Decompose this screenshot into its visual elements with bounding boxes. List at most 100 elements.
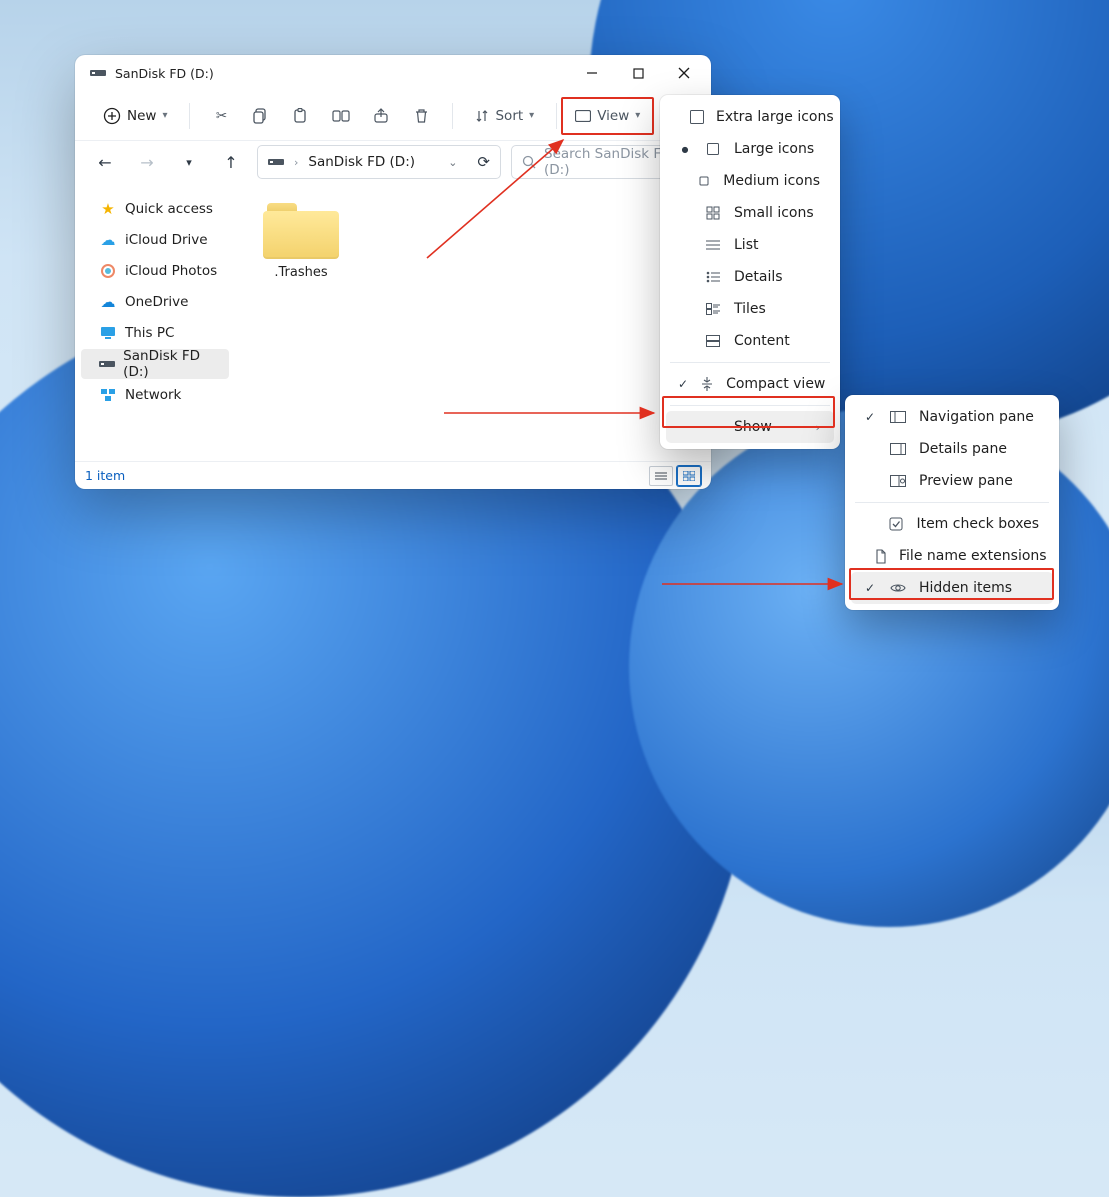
menu-label: Small icons xyxy=(734,205,814,221)
sidebar-item-onedrive[interactable]: ☁ OneDrive xyxy=(81,287,229,317)
sidebar-item-icloud-photos[interactable]: iCloud Photos xyxy=(81,256,229,286)
compact-icon xyxy=(700,377,714,391)
back-button[interactable]: ← xyxy=(89,146,121,178)
up-button[interactable]: ↑ xyxy=(215,146,247,178)
menu-label: File name extensions xyxy=(899,548,1047,564)
folder-item[interactable]: .Trashes xyxy=(253,201,349,280)
sidebar-item-label: iCloud Photos xyxy=(125,263,217,279)
separator xyxy=(189,103,190,129)
explorer-window: SanDisk FD (D:) New ▾ ✂ xyxy=(75,55,711,489)
details-view-button[interactable] xyxy=(649,466,673,486)
menu-item-compact-view[interactable]: ✓ Compact view xyxy=(666,368,834,400)
menu-item-item-check-boxes[interactable]: Item check boxes xyxy=(851,508,1053,540)
menu-label: Content xyxy=(734,333,790,349)
copy-button[interactable] xyxy=(244,99,278,133)
chevron-right-icon: › xyxy=(294,156,298,169)
menu-item-preview-pane[interactable]: Preview pane xyxy=(851,465,1053,497)
sidebar-item-label: Network xyxy=(125,387,181,403)
menu-item-small-icons[interactable]: Small icons xyxy=(666,197,834,229)
check-icon: ✓ xyxy=(863,410,877,424)
separator xyxy=(670,362,830,363)
menu-label: Navigation pane xyxy=(919,409,1034,425)
sidebar-item-label: OneDrive xyxy=(125,294,188,310)
bullet-icon: ● xyxy=(678,145,692,154)
photos-icon xyxy=(99,262,117,280)
menu-item-details-pane[interactable]: Details pane xyxy=(851,433,1053,465)
drive-icon xyxy=(268,157,284,167)
medium-icons-icon xyxy=(697,174,711,188)
chevron-down-icon: ▾ xyxy=(529,110,534,121)
sidebar-item-quick-access[interactable]: ★ Quick access xyxy=(81,194,229,224)
menu-label: Large icons xyxy=(734,141,814,157)
drive-icon xyxy=(99,355,115,373)
menu-item-file-name-extensions[interactable]: File name extensions xyxy=(851,540,1053,572)
share-icon xyxy=(373,108,389,124)
menu-item-extra-large-icons[interactable]: Extra large icons xyxy=(666,101,834,133)
separator xyxy=(452,103,453,129)
caption-buttons xyxy=(569,55,707,91)
drive-icon xyxy=(89,64,107,82)
chevron-down-icon[interactable]: ⌄ xyxy=(448,156,463,169)
address-bar[interactable]: › SanDisk FD (D:) ⌄ ⟳ xyxy=(257,145,501,179)
separator xyxy=(670,405,830,406)
separator xyxy=(855,502,1049,503)
menu-label: Tiles xyxy=(734,301,766,317)
rename-icon xyxy=(332,109,350,123)
menu-item-large-icons[interactable]: ● Large icons xyxy=(666,133,834,165)
plus-circle-icon xyxy=(103,107,121,125)
sidebar-item-label: This PC xyxy=(125,325,174,341)
show-submenu: ✓ Navigation pane Details pane Preview p… xyxy=(845,395,1059,610)
toolbar: New ▾ ✂ xyxy=(75,91,711,141)
folder-icon xyxy=(263,201,339,259)
delete-button[interactable] xyxy=(404,99,438,133)
forward-button[interactable]: → xyxy=(131,146,163,178)
menu-label: Details pane xyxy=(919,441,1007,457)
content-pane[interactable]: .Trashes xyxy=(235,187,711,461)
close-button[interactable] xyxy=(661,55,707,91)
menu-item-hidden-items[interactable]: ✓ Hidden items xyxy=(851,572,1053,604)
navigation-pane-icon xyxy=(889,411,907,423)
maximize-button[interactable] xyxy=(615,55,661,91)
content-icon xyxy=(704,335,722,347)
menu-item-tiles[interactable]: Tiles xyxy=(666,293,834,325)
sidebar-item-network[interactable]: Network xyxy=(81,380,229,410)
details-pane-icon xyxy=(889,443,907,455)
rename-button[interactable] xyxy=(324,99,358,133)
paste-button[interactable] xyxy=(284,99,318,133)
menu-item-list[interactable]: List xyxy=(666,229,834,261)
network-icon xyxy=(99,386,117,404)
details-icon xyxy=(704,271,722,283)
sidebar-item-label: iCloud Drive xyxy=(125,232,208,248)
sidebar-item-this-pc[interactable]: This PC xyxy=(81,318,229,348)
menu-item-show[interactable]: Show › xyxy=(666,411,834,443)
menu-item-details[interactable]: Details xyxy=(666,261,834,293)
eye-icon xyxy=(889,582,907,594)
view-button[interactable]: View ▾ xyxy=(567,99,648,133)
chevron-down-icon: ▾ xyxy=(162,110,167,121)
chevron-down-icon: ▾ xyxy=(635,110,640,121)
address-row: ← → ▾ ↑ › SanDisk FD (D:) ⌄ ⟳ Search San… xyxy=(75,141,711,187)
separator xyxy=(556,103,557,129)
tiles-icon xyxy=(704,303,722,315)
sidebar-item-icloud-drive[interactable]: ☁ iCloud Drive xyxy=(81,225,229,255)
star-icon: ★ xyxy=(99,200,117,218)
titlebar: SanDisk FD (D:) xyxy=(75,55,711,91)
menu-item-content[interactable]: Content xyxy=(666,325,834,357)
status-bar: 1 item xyxy=(75,461,711,489)
share-button[interactable] xyxy=(364,99,398,133)
sidebar-item-sandisk[interactable]: SanDisk FD (D:) xyxy=(81,349,229,379)
cut-button[interactable]: ✂ xyxy=(204,99,238,133)
menu-item-navigation-pane[interactable]: ✓ Navigation pane xyxy=(851,401,1053,433)
menu-label: Extra large icons xyxy=(716,109,834,125)
scissors-icon: ✂ xyxy=(216,108,227,124)
check-icon: ✓ xyxy=(678,377,688,391)
minimize-button[interactable] xyxy=(569,55,615,91)
recent-button[interactable]: ▾ xyxy=(173,146,205,178)
refresh-button[interactable]: ⟳ xyxy=(473,153,494,171)
icons-view-button[interactable] xyxy=(677,466,701,486)
menu-item-medium-icons[interactable]: Medium icons xyxy=(666,165,834,197)
cloud-icon: ☁ xyxy=(99,231,117,249)
new-button[interactable]: New ▾ xyxy=(95,99,175,133)
sort-button[interactable]: Sort ▾ xyxy=(467,99,542,133)
sidebar: ★ Quick access ☁ iCloud Drive iCloud Pho… xyxy=(75,187,235,461)
